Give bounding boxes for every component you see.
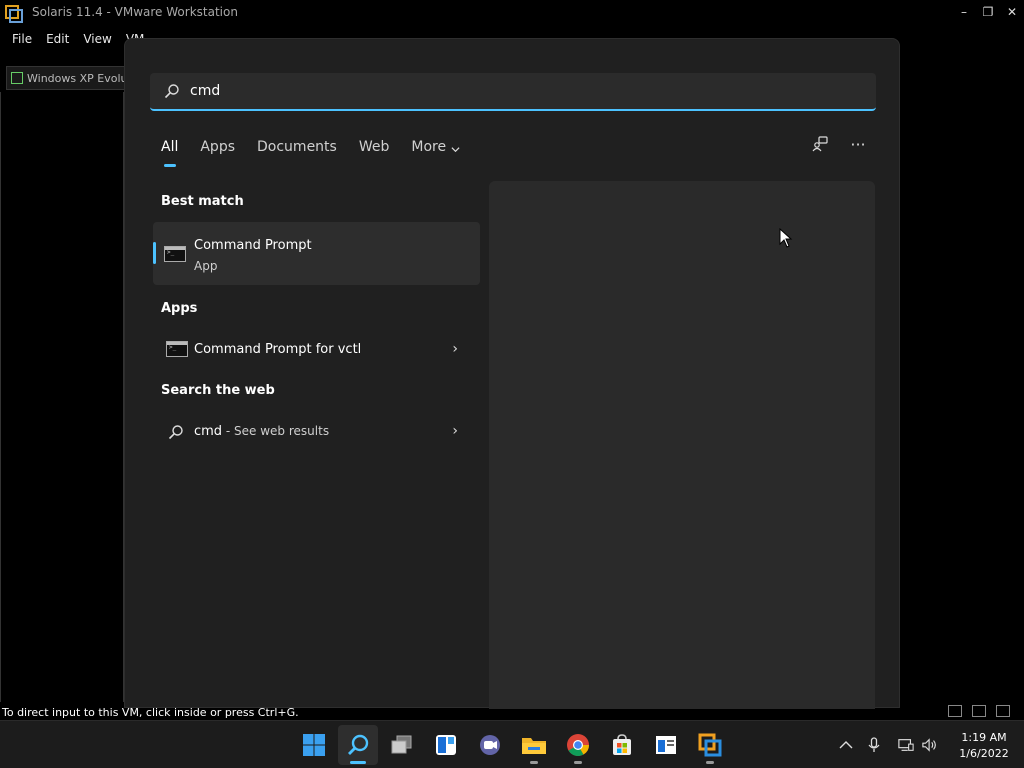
hard-disk-icon[interactable] <box>948 705 962 717</box>
vm-tab-windows-xp[interactable]: Windows XP Evolution <box>6 66 126 90</box>
running-indicator <box>706 761 714 764</box>
volume-icon[interactable] <box>922 737 938 753</box>
vm-console-area-right[interactable] <box>899 60 1023 702</box>
chevron-down-icon <box>451 147 460 153</box>
tab-all[interactable]: All <box>161 137 178 167</box>
tab-all-label: All <box>161 139 179 155</box>
chat-button[interactable] <box>470 725 510 765</box>
command-prompt-icon <box>166 341 188 357</box>
message-icon[interactable] <box>996 705 1010 717</box>
search-icon <box>168 425 183 440</box>
app-icon <box>656 736 676 754</box>
clock-date: 1/6/2022 <box>959 747 1009 760</box>
mouse-cursor-icon <box>779 228 793 248</box>
search-icon <box>164 84 179 99</box>
menu-edit[interactable]: Edit <box>46 32 69 46</box>
store-icon <box>613 734 631 755</box>
tab-web[interactable]: Web <box>359 137 390 167</box>
store-button[interactable] <box>602 725 642 765</box>
widgets-button[interactable] <box>426 725 466 765</box>
web-suffix: - See web results <box>222 423 330 438</box>
vm-tab-label: Windows XP Evolution <box>27 71 125 85</box>
search-box[interactable] <box>150 73 876 111</box>
account-switch-icon <box>812 136 828 152</box>
menu-view[interactable]: View <box>83 32 111 46</box>
chrome-icon <box>567 734 589 756</box>
start-search-panel: All Apps Documents Web More ··· Best mat… <box>124 38 900 709</box>
window-title: Solaris 11.4 - VMware Workstation <box>32 5 238 19</box>
search-icon <box>348 734 369 755</box>
show-hidden-icons-chevron-up-icon[interactable] <box>838 737 854 753</box>
chrome-button[interactable] <box>558 725 598 765</box>
tab-more[interactable]: More <box>411 137 460 167</box>
web-query: cmd <box>194 423 223 439</box>
more-options-button[interactable]: ··· <box>849 135 867 154</box>
vmware-app-icon <box>4 4 23 23</box>
search-filter-tabs: All Apps Documents Web More <box>161 137 482 167</box>
tab-apps-label: Apps <box>200 139 236 155</box>
preview-pane <box>489 181 875 709</box>
status-device-icons <box>948 705 1010 717</box>
web-result-label: cmd - See web results <box>194 424 329 439</box>
account-switch-button[interactable] <box>811 135 829 153</box>
taskbar-clock[interactable]: 1:19 AM 1/6/2022 <box>946 730 1022 762</box>
tab-more-label: More <box>411 139 447 155</box>
taskbar: 1:19 AM 1/6/2022 <box>0 720 1024 768</box>
close-button[interactable]: ✕ <box>1000 5 1024 19</box>
vmware-icon <box>698 733 722 757</box>
best-match-type: App <box>194 259 218 273</box>
vmware-title-bar: Solaris 11.4 - VMware Workstation – ❐ ✕ <box>0 0 1024 24</box>
search-input[interactable] <box>190 83 840 99</box>
restore-button[interactable]: ❐ <box>976 5 1000 19</box>
widgets-icon <box>436 735 456 755</box>
search-web-heading: Search the web <box>161 383 275 398</box>
minimize-button[interactable]: – <box>952 5 976 19</box>
start-icon <box>303 734 325 756</box>
chevron-right-icon[interactable]: › <box>452 423 458 439</box>
best-match-command-prompt[interactable]: Command Prompt App <box>153 222 480 285</box>
vm-icon <box>11 72 23 84</box>
active-indicator <box>350 761 366 764</box>
apps-heading: Apps <box>161 301 198 316</box>
vmware-taskbar-button[interactable] <box>690 725 730 765</box>
file-explorer-button[interactable] <box>514 725 554 765</box>
app-item-label: Command Prompt for vctl <box>194 341 362 357</box>
tab-web-label: Web <box>358 139 390 155</box>
list-item-command-prompt-vctl[interactable]: Command Prompt for vctl › <box>153 331 480 367</box>
microphone-icon[interactable] <box>866 737 882 753</box>
start-button[interactable] <box>294 725 334 765</box>
task-view-button[interactable] <box>382 725 422 765</box>
taskbar-search-button[interactable] <box>338 725 378 765</box>
file-explorer-icon <box>522 738 546 754</box>
best-match-name: Command Prompt <box>194 238 312 253</box>
menu-file[interactable]: File <box>12 32 32 46</box>
network-icon[interactable] <box>972 705 986 717</box>
best-match-heading: Best match <box>161 194 244 209</box>
chevron-right-icon[interactable]: › <box>452 341 458 357</box>
task-view-icon <box>391 735 412 754</box>
running-indicator <box>574 761 582 764</box>
vm-console-area[interactable] <box>0 92 124 702</box>
running-indicator <box>530 761 538 764</box>
tab-documents-label: Documents <box>257 139 337 155</box>
tab-apps[interactable]: Apps <box>200 137 235 167</box>
chat-icon <box>480 735 500 755</box>
list-item-web-results[interactable]: cmd - See web results › <box>153 413 480 449</box>
tab-documents[interactable]: Documents <box>257 137 337 167</box>
app-button[interactable] <box>646 725 686 765</box>
network-icon[interactable] <box>898 737 914 753</box>
selection-indicator <box>153 242 156 264</box>
search-tools: ··· <box>811 135 867 154</box>
clock-time: 1:19 AM <box>961 731 1007 744</box>
command-prompt-icon <box>164 246 186 262</box>
